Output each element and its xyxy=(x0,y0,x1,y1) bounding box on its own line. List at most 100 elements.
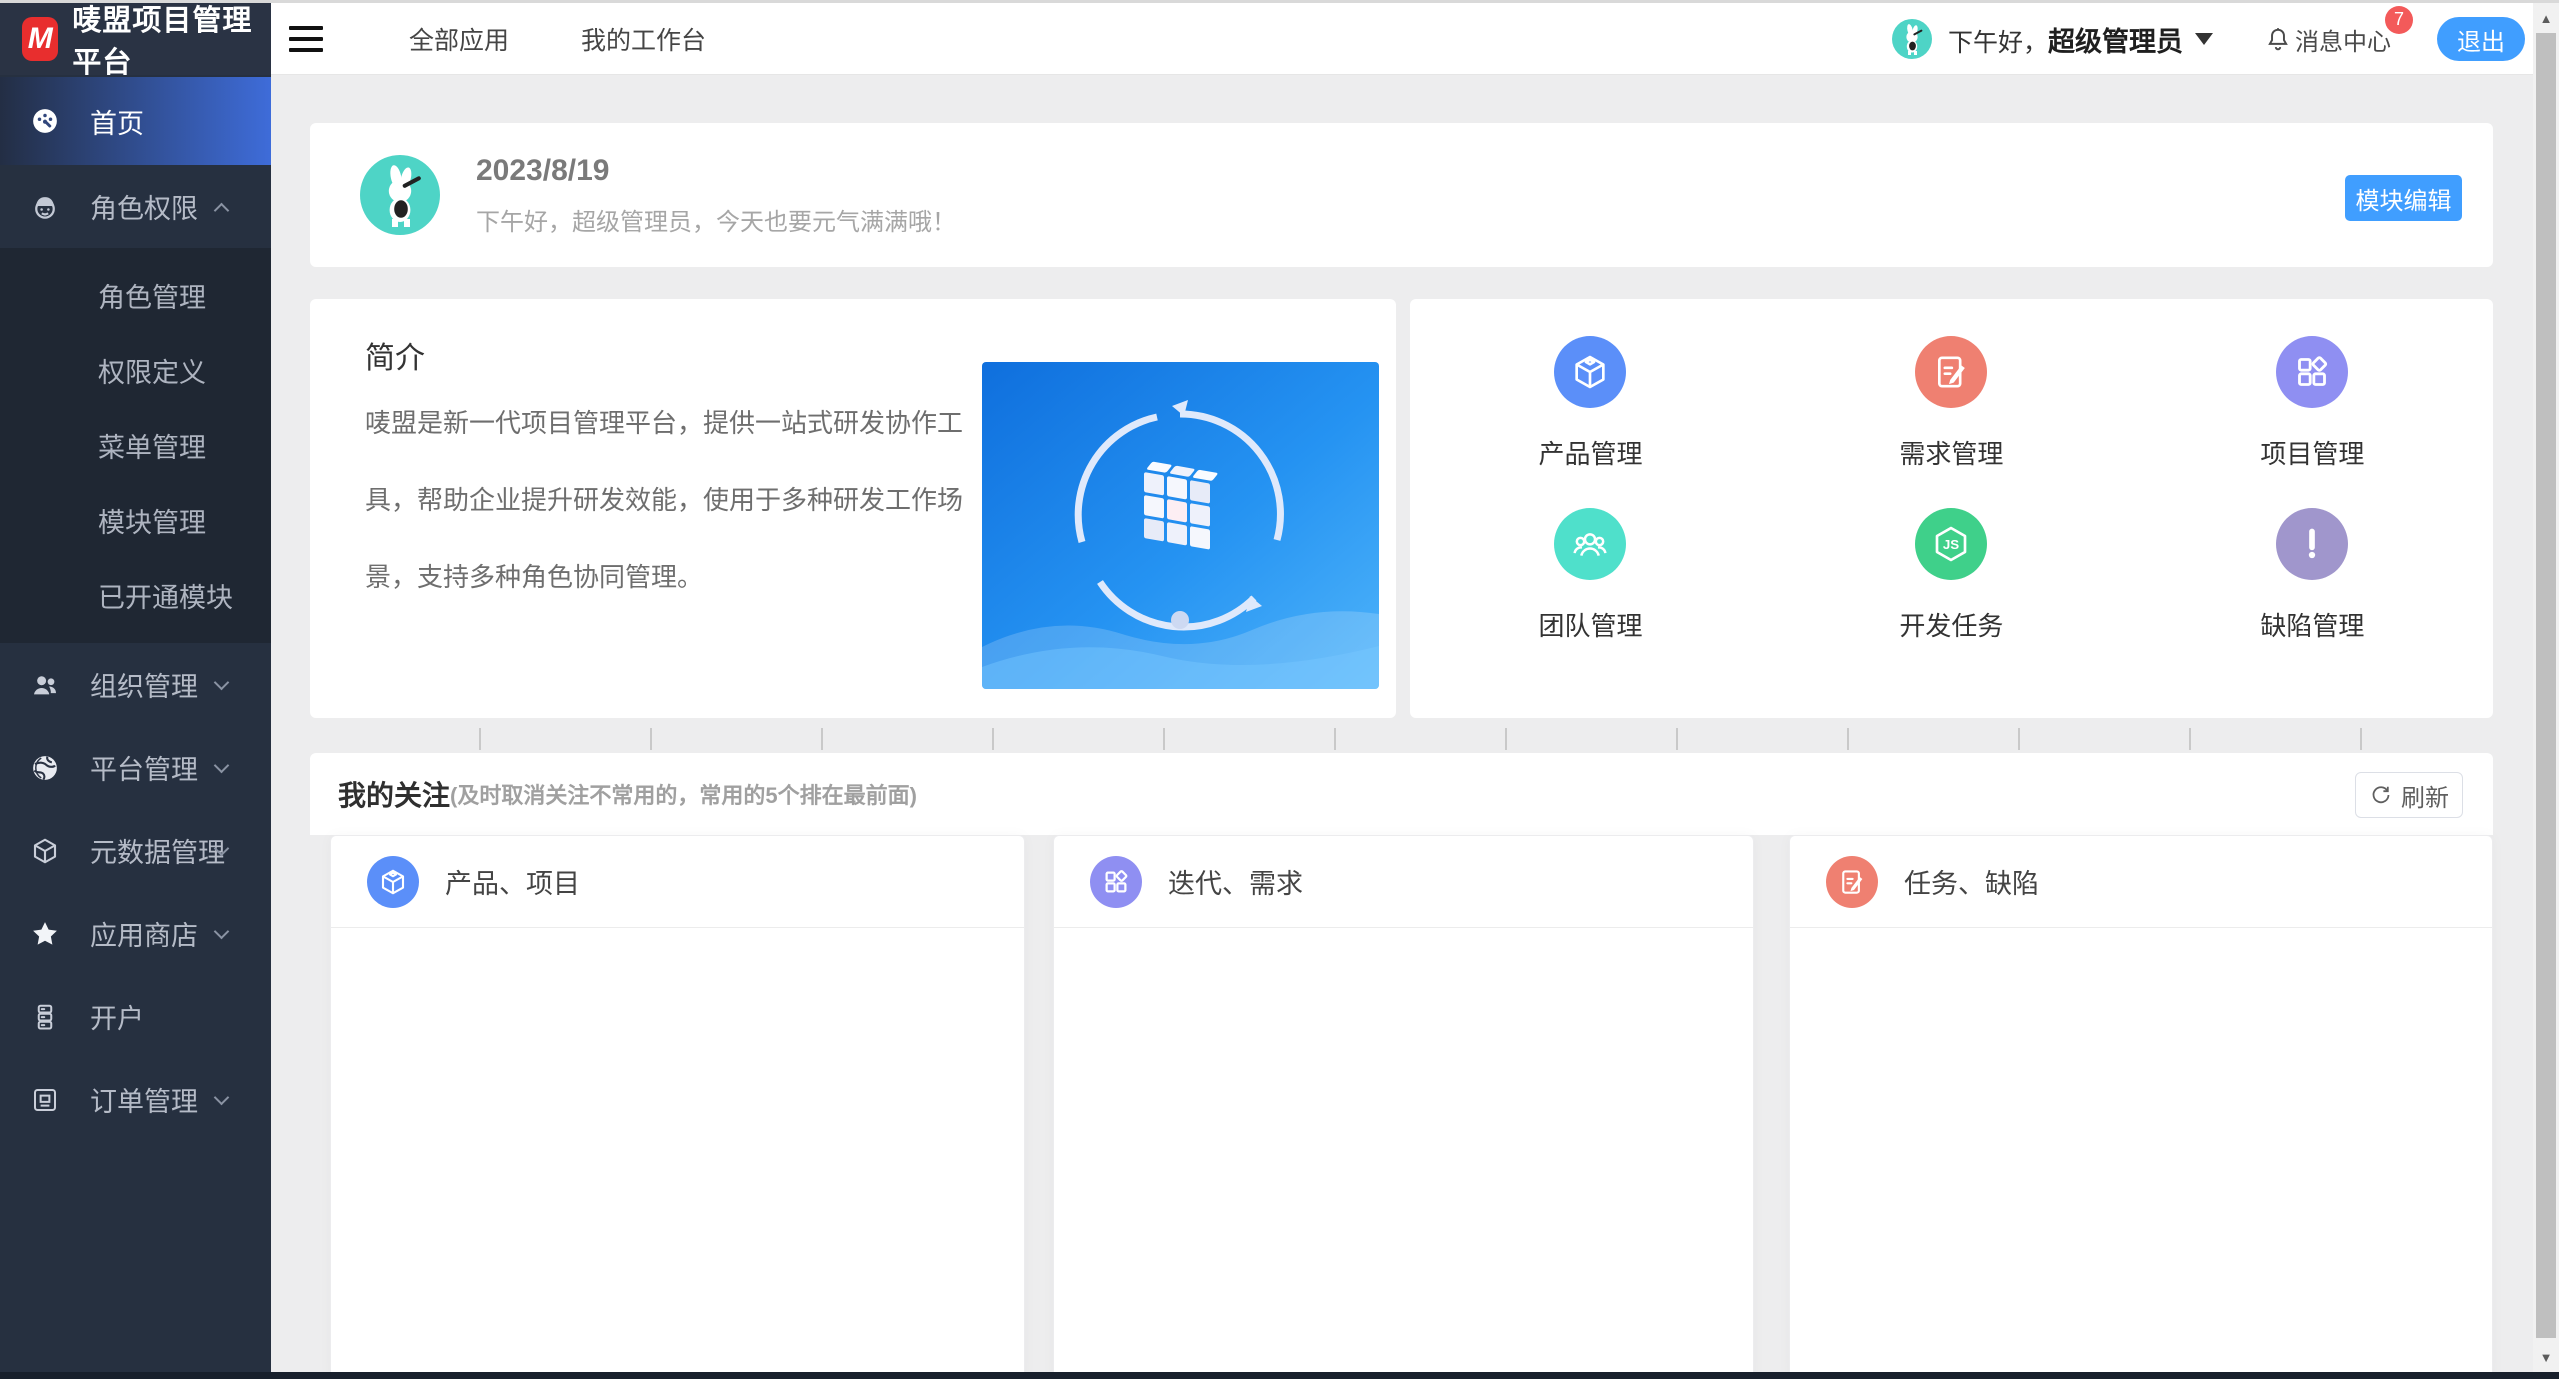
refresh-button[interactable]: 刷新 xyxy=(2355,772,2463,818)
sidebar-subitem-module-management[interactable]: 模块管理 xyxy=(0,483,271,558)
cube-cycle-illustration xyxy=(982,362,1379,689)
module-project-management[interactable]: 项目管理 xyxy=(2132,336,2493,508)
follow-card-header: 迭代、需求 xyxy=(1054,836,1753,928)
sidebar-item-label: 元数据管理 xyxy=(90,831,225,870)
sidebar-item-app-store[interactable]: 应用商店 xyxy=(0,892,271,975)
follow-card-iteration-requirement[interactable]: 迭代、需求 xyxy=(1053,835,1754,1379)
refresh-icon xyxy=(2369,783,2393,807)
follow-card-header: 产品、项目 xyxy=(331,836,1024,928)
chevron-down-icon[interactable] xyxy=(2195,33,2213,45)
account-icon xyxy=(30,1002,60,1032)
module-defect-management[interactable]: 缺陷管理 xyxy=(2132,508,2493,680)
module-product-management[interactable]: 产品管理 xyxy=(1410,336,1771,508)
brand-area: M 唛盟项目管理平台 xyxy=(0,3,271,75)
welcome-date: 2023/8/19 xyxy=(476,154,956,188)
sidebar-item-role-permission[interactable]: 角色权限 xyxy=(0,165,271,248)
user-cluster: 下午好，超级管理员 消息中心 7 退出 xyxy=(1892,3,2525,75)
sidebar-item-label: 订单管理 xyxy=(90,1080,198,1119)
module-requirement-management[interactable]: 需求管理 xyxy=(1771,336,2132,508)
sidebar-item-label: 平台管理 xyxy=(90,748,198,787)
grid-column-guides xyxy=(310,728,2493,750)
module-label: 项目管理 xyxy=(2260,434,2364,471)
product-cube-icon xyxy=(1554,336,1626,408)
vertical-scrollbar[interactable]: ▲ ▼ xyxy=(2533,3,2559,1379)
follow-card-product-project[interactable]: 产品、项目 xyxy=(330,835,1025,1379)
app-screen: M 唛盟项目管理平台 全部应用 我的工作台 下午好，超级管理员 xyxy=(0,0,2559,1379)
chevron-down-icon xyxy=(214,924,230,940)
organization-icon xyxy=(30,670,60,700)
sidebar-item-label: 开户 xyxy=(90,997,144,1036)
user-name: 超级管理员 xyxy=(2048,27,2183,57)
module-label: 开发任务 xyxy=(1899,606,2003,643)
bell-icon xyxy=(2265,26,2291,52)
module-grid: 产品管理 需求管理 xyxy=(1410,299,2493,680)
modules-card: 产品管理 需求管理 xyxy=(1410,299,2493,718)
chevron-down-icon xyxy=(214,1090,230,1106)
user-greeting[interactable]: 下午好，超级管理员 xyxy=(1948,20,2183,59)
intro-illustration xyxy=(982,362,1379,689)
platform-icon xyxy=(30,753,60,783)
sidebar-item-orders[interactable]: 订单管理 xyxy=(0,1058,271,1141)
scrollbar-thumb[interactable] xyxy=(2536,33,2556,1338)
sidebar-item-platform[interactable]: 平台管理 xyxy=(0,726,271,809)
module-team-management[interactable]: 团队管理 xyxy=(1410,508,1771,680)
rabbit-avatar-icon xyxy=(366,161,434,229)
sidebar-item-organization[interactable]: 组织管理 xyxy=(0,643,271,726)
follow-card-header: 任务、缺陷 xyxy=(1790,836,2492,928)
requirement-doc-icon xyxy=(1915,336,1987,408)
order-icon xyxy=(30,1085,60,1115)
follow-card-label: 任务、缺陷 xyxy=(1904,862,2039,901)
follow-section-header: 我的关注 (及时取消关注不常用的，常用的5个排在最前面) 刷新 xyxy=(310,753,2493,835)
welcome-text: 2023/8/19 下午好，超级管理员，今天也要元气满满哦！ xyxy=(476,154,956,237)
message-center-label: 消息中心 xyxy=(2295,22,2391,57)
sidebar-subitem-permission-definition[interactable]: 权限定义 xyxy=(0,333,271,408)
nav-my-workbench[interactable]: 我的工作台 xyxy=(581,21,706,57)
follow-title: 我的关注 xyxy=(338,774,450,814)
team-icon xyxy=(1554,508,1626,580)
message-count-badge: 7 xyxy=(2385,6,2413,34)
follow-card-label: 产品、项目 xyxy=(445,862,580,901)
follow-card-task-defect[interactable]: 任务、缺陷 xyxy=(1789,835,2493,1379)
logout-button[interactable]: 退出 xyxy=(2437,17,2525,61)
sidebar-subitem-opened-modules[interactable]: 已开通模块 xyxy=(0,558,271,633)
intro-card: 简介 唛盟是新一代项目管理平台，提供一站式研发协作工具，帮助企业提升研发效能，使… xyxy=(310,299,1396,718)
nav-all-apps[interactable]: 全部应用 xyxy=(409,21,509,57)
intro-title: 简介 xyxy=(365,333,425,377)
window-bottom-edge xyxy=(0,1372,2559,1379)
sidebar: 首页 角色权限 角色管理 权限定义 菜单管理 模块管理 已开通模块 xyxy=(0,75,271,1379)
user-avatar[interactable] xyxy=(1892,19,1932,59)
svg-text:JS: JS xyxy=(1943,537,1959,552)
sidebar-item-home[interactable]: 首页 xyxy=(0,77,271,165)
message-center-button[interactable]: 消息中心 7 xyxy=(2265,22,2391,57)
scroll-down-button[interactable]: ▼ xyxy=(2533,1342,2559,1372)
dev-task-js-icon: JS xyxy=(1915,508,1987,580)
sidebar-submenu-role: 角色管理 权限定义 菜单管理 模块管理 已开通模块 xyxy=(0,248,271,643)
top-header: 全部应用 我的工作台 下午好，超级管理员 xyxy=(271,3,2559,75)
dashboard-icon xyxy=(30,106,60,136)
sidebar-subitem-menu-management[interactable]: 菜单管理 xyxy=(0,408,271,483)
main-content: 2023/8/19 下午好，超级管理员，今天也要元气满满哦！ 模块编辑 简介 唛… xyxy=(271,75,2559,1379)
metadata-icon xyxy=(30,836,60,866)
module-edit-button[interactable]: 模块编辑 xyxy=(2345,175,2462,221)
follow-subtitle: (及时取消关注不常用的，常用的5个排在最前面) xyxy=(450,778,917,810)
sidebar-item-label: 角色权限 xyxy=(90,187,198,226)
sidebar-item-label: 应用商店 xyxy=(90,914,198,953)
hamburger-menu-icon[interactable] xyxy=(289,26,323,52)
role-permission-icon xyxy=(30,192,60,222)
sidebar-item-metadata[interactable]: 元数据管理 xyxy=(0,809,271,892)
window-top-edge xyxy=(0,0,2559,3)
module-dev-task[interactable]: JS 开发任务 xyxy=(1771,508,2132,680)
brand-logo: M xyxy=(22,17,58,61)
top-navigation: 全部应用 我的工作台 xyxy=(409,21,706,57)
sidebar-item-label: 组织管理 xyxy=(90,665,198,704)
sidebar-subitem-role-management[interactable]: 角色管理 xyxy=(0,258,271,333)
project-grid-icon xyxy=(1090,856,1142,908)
sidebar-item-open-account[interactable]: 开户 xyxy=(0,975,271,1058)
project-grid-icon xyxy=(2276,336,2348,408)
app-store-icon xyxy=(30,919,60,949)
sidebar-item-label: 首页 xyxy=(90,102,144,141)
refresh-label: 刷新 xyxy=(2401,778,2449,813)
rabbit-avatar-icon xyxy=(1895,22,1929,56)
scroll-up-button[interactable]: ▲ xyxy=(2533,3,2559,33)
follow-card-label: 迭代、需求 xyxy=(1168,862,1303,901)
